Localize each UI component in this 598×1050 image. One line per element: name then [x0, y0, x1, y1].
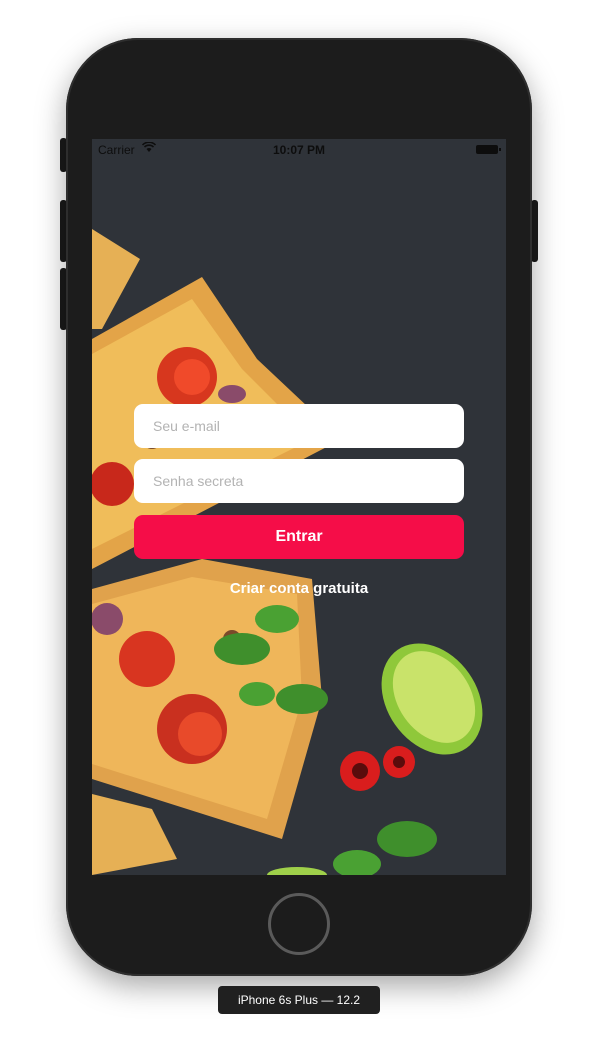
password-field[interactable] [134, 459, 464, 503]
app-screen: Carrier 10:07 PM Entrar Criar conta grat… [92, 139, 506, 875]
battery-icon [476, 145, 501, 154]
status-bar: Carrier 10:07 PM [92, 139, 506, 159]
clock: 10:07 PM [272, 143, 326, 157]
email-field[interactable] [134, 404, 464, 448]
home-button[interactable] [268, 893, 330, 955]
create-account-link[interactable]: Criar conta gratuita [92, 580, 506, 597]
simulator-device-label: iPhone 6s Plus — 12.2 [218, 986, 380, 1014]
login-button[interactable]: Entrar [134, 515, 464, 559]
power-button [531, 200, 538, 262]
pizza-background-image [92, 139, 506, 875]
